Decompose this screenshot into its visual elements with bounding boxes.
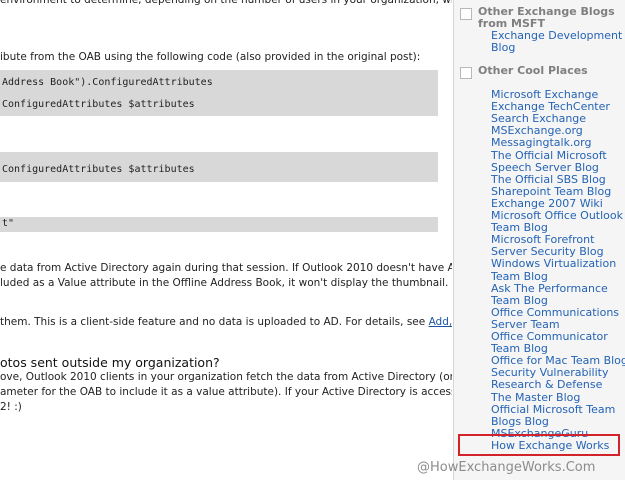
code-block: t" bbox=[0, 217, 438, 232]
article-content: environment to determine, depending on t… bbox=[0, 0, 452, 480]
code-line: ConfiguredAttributes $attributes bbox=[2, 99, 195, 110]
sidebar-section-title-blogs: Other Exchange Blogs from MSFT bbox=[460, 6, 615, 30]
article-text-line: them. This is a client-side feature and … bbox=[0, 315, 452, 330]
article-text-line: ove, Outlook 2010 clients in your organi… bbox=[0, 371, 452, 383]
sidebar-link[interactable]: Speech Server Blog bbox=[491, 161, 599, 174]
code-line: ConfiguredAttributes $attributes bbox=[2, 164, 195, 175]
section-heading: otos sent outside my organization? bbox=[0, 355, 220, 370]
sidebar-link[interactable]: Sharepoint Team Blog bbox=[491, 185, 611, 198]
sidebar-link[interactable]: Windows Virtualization bbox=[491, 258, 616, 270]
watermark: @HowExchangeWorks.Com bbox=[417, 460, 596, 475]
article-text-line: 2! :) bbox=[0, 401, 22, 413]
sidebar-link[interactable]: Research & Defense bbox=[491, 379, 602, 391]
article-text-line: ameter for the OAB to include it as a va… bbox=[0, 386, 452, 398]
code-block: Address Book").ConfiguredAttributes Conf… bbox=[0, 70, 438, 116]
article-text-line: ibute from the OAB using the following c… bbox=[0, 51, 421, 63]
sidebar: Other Exchange Blogs from MSFT Exchange … bbox=[453, 0, 625, 480]
sidebar-link[interactable]: The Master Blog bbox=[491, 391, 580, 404]
code-line: Address Book").ConfiguredAttributes bbox=[2, 77, 213, 88]
sidebar-link[interactable]: The Official Microsoft bbox=[491, 149, 607, 162]
bullet-icon bbox=[460, 67, 472, 79]
sidebar-section-title-cool-places: Other Cool Places bbox=[460, 65, 588, 79]
sidebar-link[interactable]: The Official SBS Blog bbox=[491, 173, 606, 186]
sidebar-link[interactable]: Team Blog bbox=[491, 294, 548, 307]
sidebar-link[interactable]: Official Microsoft Team bbox=[491, 403, 615, 416]
article-text-line: e data from Active Directory again durin… bbox=[0, 262, 452, 274]
sidebar-link[interactable]: Ask The Performance bbox=[491, 282, 608, 295]
sidebar-link[interactable]: Blog bbox=[491, 42, 515, 54]
sidebar-link[interactable]: Office Communications bbox=[491, 306, 619, 319]
article-text-line: luded as a Value attribute in the Offlin… bbox=[0, 277, 449, 289]
code-line: t" bbox=[2, 218, 15, 229]
sidebar-link[interactable]: Team Blog bbox=[491, 270, 548, 283]
highlight-box bbox=[458, 434, 620, 456]
sidebar-link[interactable]: Blogs Blog bbox=[491, 415, 549, 428]
article-text: them. This is a client-side feature and … bbox=[0, 316, 426, 328]
sidebar-link[interactable]: Messagingtalk.org bbox=[491, 137, 591, 149]
article-text-line: environment to determine, depending on t… bbox=[0, 0, 452, 6]
code-block: ConfiguredAttributes $attributes bbox=[0, 152, 438, 182]
bullet-icon bbox=[460, 8, 472, 20]
add-change-link[interactable]: Add, change, bbox=[429, 316, 452, 328]
